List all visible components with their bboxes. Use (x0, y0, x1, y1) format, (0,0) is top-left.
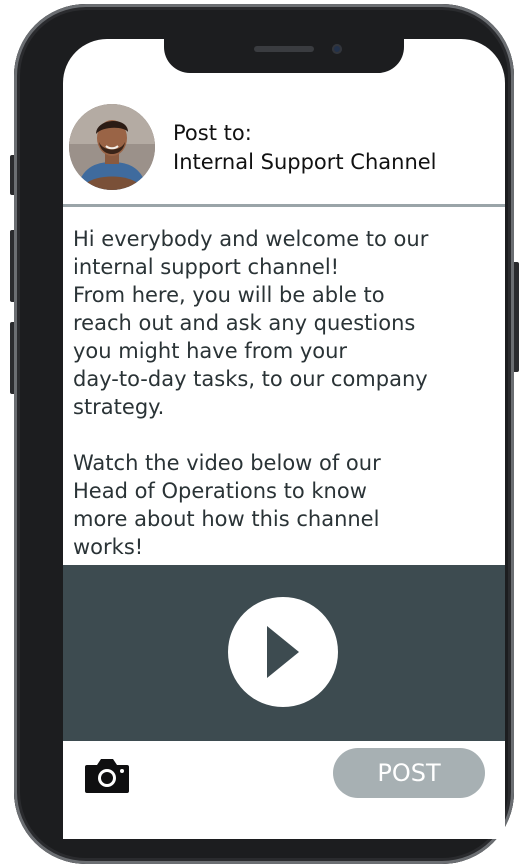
header-divider (63, 204, 505, 207)
avatar (69, 104, 155, 190)
camera-button[interactable] (83, 755, 131, 795)
post-to-label: Post to: (173, 121, 252, 145)
phone-frame: Post to: Internal Support Channel Hi eve… (14, 4, 514, 864)
channel-name[interactable]: Internal Support Channel (173, 148, 437, 177)
avatar-photo-icon (69, 104, 155, 190)
video-player[interactable] (63, 565, 505, 741)
speaker-grille (254, 46, 314, 52)
phone-screen: Post to: Internal Support Channel Hi eve… (63, 39, 505, 839)
post-to-header: Post to: Internal Support Channel (173, 119, 437, 177)
front-camera (332, 44, 342, 54)
post-button[interactable]: POST (333, 748, 485, 798)
message-body[interactable]: Hi everybody and welcome to our internal… (73, 225, 501, 561)
play-icon (267, 626, 299, 678)
play-button[interactable] (228, 597, 338, 707)
camera-icon (85, 759, 129, 793)
phone-notch (164, 39, 404, 73)
